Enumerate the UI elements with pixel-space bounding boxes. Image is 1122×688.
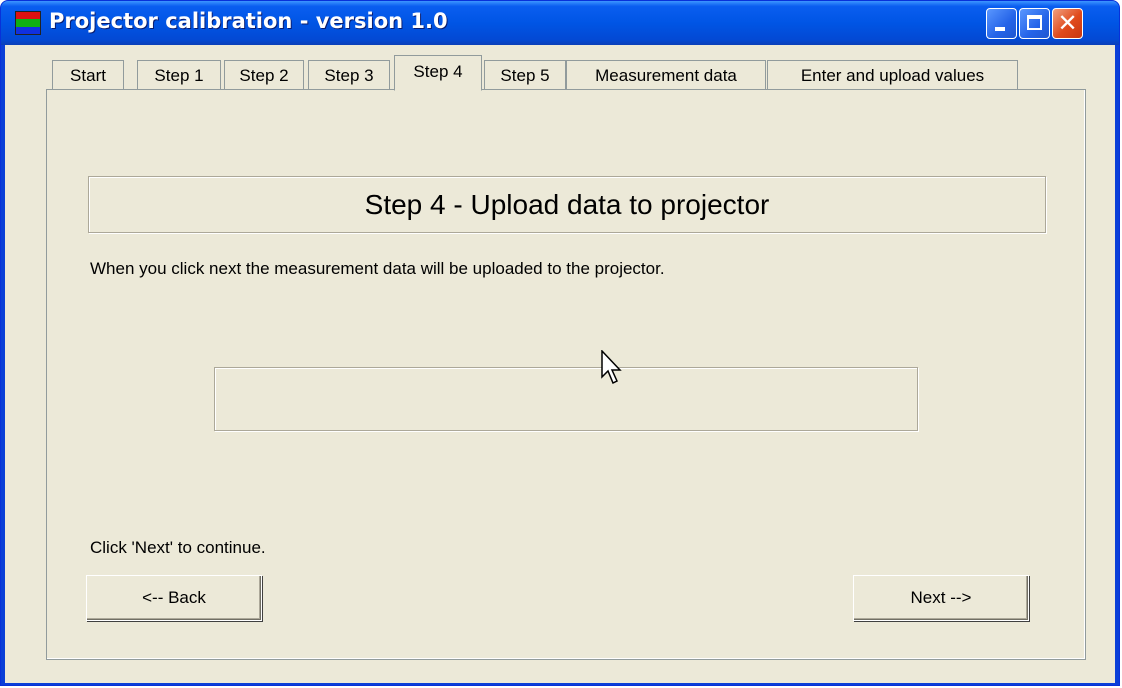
tab-start[interactable]: Start — [52, 60, 124, 90]
tab-step-3[interactable]: Step 3 — [308, 60, 390, 90]
tab-step-2[interactable]: Step 2 — [224, 60, 304, 90]
minimize-button[interactable] — [986, 8, 1017, 39]
rgb-stripes-icon[interactable] — [15, 11, 41, 35]
back-button[interactable]: <-- Back — [86, 575, 262, 621]
close-icon: ✕ — [1057, 9, 1078, 37]
window-title: Projector calibration - version 1.0 — [49, 9, 448, 33]
tab-enter-and-upload-values[interactable]: Enter and upload values — [767, 60, 1018, 90]
maximize-icon — [1027, 15, 1042, 30]
next-button[interactable]: Next --> — [853, 575, 1029, 621]
continue-hint: Click 'Next' to continue. — [90, 538, 266, 557]
title-bar[interactable]: Projector calibration - version 1.0 ✕ — [1, 1, 1119, 45]
page-title: Step 4 - Upload data to projector — [364, 189, 770, 220]
tab-measurement-data[interactable]: Measurement data — [566, 60, 766, 90]
mouse-pointer-icon — [601, 350, 622, 385]
tab-step-1[interactable]: Step 1 — [137, 60, 221, 90]
maximize-button[interactable] — [1019, 8, 1050, 39]
tab-step-5[interactable]: Step 5 — [484, 60, 566, 90]
upload-progress-bar — [214, 367, 918, 431]
close-button[interactable]: ✕ — [1052, 8, 1083, 39]
step-description: When you click next the measurement data… — [90, 259, 665, 278]
minimize-icon — [995, 27, 1005, 31]
step-header: Step 4 - Upload data to projector — [88, 176, 1046, 233]
tab-step-4[interactable]: Step 4 — [394, 55, 482, 91]
